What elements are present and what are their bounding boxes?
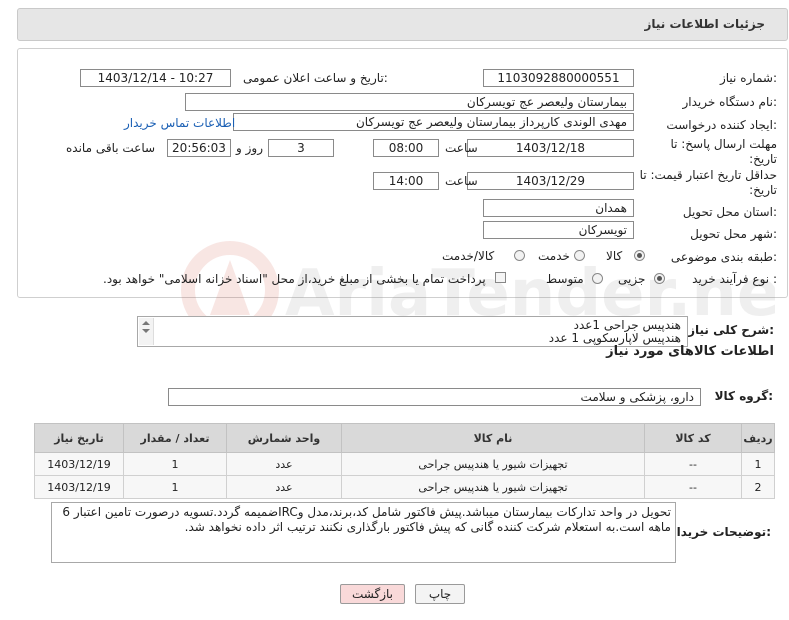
price-validity-date-field: 1403/12/29: [467, 172, 634, 190]
buyer-notes-textarea[interactable]: تحویل در واحد تدارکات بیمارستان میباشد.پ…: [51, 502, 676, 563]
process-option-minor: جزیی: [618, 272, 646, 286]
days-remaining-field: 3: [268, 139, 334, 157]
category-radio-goods-service[interactable]: [514, 250, 525, 261]
cell-quantity: 1: [123, 452, 227, 476]
cell-goods-name: تجهیزات شیور یا هندپیس جراحی: [341, 475, 645, 499]
category-label: طبقه بندی موضوعی:: [670, 250, 777, 264]
cell-unit: عدد: [226, 475, 342, 499]
table-header-row: ردیف کد کالا نام کالا واحد شمارش تعداد /…: [34, 423, 775, 453]
need-number-label: شماره نیاز:: [719, 71, 777, 85]
summary-textarea[interactable]: هندپیس جراحی 1عدد هندپیس لاپارسکوپی 1 عد…: [137, 316, 688, 347]
deadline-time-label: ساعت: [445, 141, 478, 155]
price-validity-time-field: 14:00: [373, 172, 439, 190]
cell-quantity: 1: [123, 475, 227, 499]
city-label: شهر محل تحویل:: [690, 227, 777, 241]
announce-datetime-field: 1403/12/14 - 10:27: [80, 69, 231, 87]
province-field: همدان: [483, 199, 634, 217]
buyer-org-label: نام دستگاه خریدار:: [682, 95, 778, 109]
back-button[interactable]: بازگشت: [340, 584, 405, 604]
goods-group-label: گروه کالا:: [714, 389, 773, 403]
creator-label: ایجاد کننده درخواست:: [666, 118, 777, 132]
province-label: استان محل تحویل:: [682, 205, 777, 219]
col-header: نام کالا: [341, 423, 645, 453]
cell-goods-name: تجهیزات شیور یا هندپیس جراحی: [341, 452, 645, 476]
print-button[interactable]: چاپ: [415, 584, 465, 604]
treasury-payment-checkbox[interactable]: [495, 272, 506, 283]
goods-section-title: اطلاعات کالاهای مورد نیاز: [606, 344, 774, 359]
cell-unit: عدد: [226, 452, 342, 476]
col-header: واحد شمارش: [226, 423, 342, 453]
page-title: جزئیات اطلاعات نیاز: [644, 17, 765, 31]
goods-table: ردیف کد کالا نام کالا واحد شمارش تعداد /…: [34, 423, 775, 499]
process-radio-medium[interactable]: [592, 273, 603, 284]
table-row: 2 -- تجهیزات شیور یا هندپیس جراحی عدد 1 …: [34, 475, 775, 499]
price-validity-time-label: ساعت: [445, 174, 478, 188]
category-option-service: خدمت: [538, 249, 570, 263]
goods-group-field: دارو، پزشکی و سلامت: [168, 388, 701, 406]
remaining-time-field: 20:56:03: [167, 139, 231, 157]
summary-text: هندپیس جراحی 1عدد هندپیس لاپارسکوپی 1 عد…: [549, 319, 681, 345]
cell-goods-code: --: [644, 452, 742, 476]
buyer-org-field: بیمارستان ولیعصر عج تویسرکان: [185, 93, 634, 111]
col-header: ردیف: [741, 423, 775, 453]
process-type-label: نوع فرآیند خرید :: [692, 272, 777, 286]
col-header: کد کالا: [644, 423, 742, 453]
process-option-medium: متوسط: [546, 272, 584, 286]
category-option-goods: کالا: [606, 249, 623, 263]
city-field: تویسرکان: [483, 221, 634, 239]
need-number-field: 1103092880000551: [483, 69, 634, 87]
cell-need-date: 1403/12/19: [34, 475, 124, 499]
category-radio-goods[interactable]: [634, 250, 645, 261]
table-row: 1 -- تجهیزات شیور یا هندپیس جراحی عدد 1 …: [34, 452, 775, 476]
summary-label: شرح کلی نیاز:: [688, 323, 774, 337]
deadline-label: مهلت ارسال پاسخ: تا تاریخ:: [670, 137, 777, 166]
creator-field: مهدی الوندی کارپرداز بیمارستان ولیعصر عج…: [233, 113, 634, 131]
deadline-time-field: 08:00: [373, 139, 439, 157]
scroll-arrows-icon: [142, 321, 150, 333]
category-option-goods-service: کالا/خدمت: [442, 249, 495, 263]
buyer-contact-link[interactable]: اطلاعات تماس خریدار: [124, 116, 235, 130]
col-header: تعداد / مقدار: [123, 423, 227, 453]
cell-row-number: 2: [741, 475, 775, 499]
cell-goods-code: --: [644, 475, 742, 499]
deadline-date-field: 1403/12/18: [467, 139, 634, 157]
remaining-time-label: ساعت باقی مانده: [66, 141, 156, 155]
buyer-notes-label: توضیحات خریدار:: [669, 525, 771, 539]
price-validity-label: حداقل تاریخ اعتبار قیمت: تا تاریخ:: [639, 168, 777, 197]
page-header: جزئیات اطلاعات نیاز: [17, 8, 788, 41]
category-radio-service[interactable]: [574, 250, 585, 261]
cell-row-number: 1: [741, 452, 775, 476]
cell-need-date: 1403/12/19: [34, 452, 124, 476]
summary-scrollbar[interactable]: [139, 318, 154, 345]
announce-datetime-label: تاریخ و ساعت اعلان عمومی:: [243, 71, 388, 85]
col-header: تاریخ نیاز: [34, 423, 124, 453]
process-radio-minor[interactable]: [654, 273, 665, 284]
days-label: روز و: [236, 141, 263, 155]
treasury-payment-note: پرداخت تمام یا بخشی از مبلغ خرید،از محل …: [103, 272, 486, 286]
